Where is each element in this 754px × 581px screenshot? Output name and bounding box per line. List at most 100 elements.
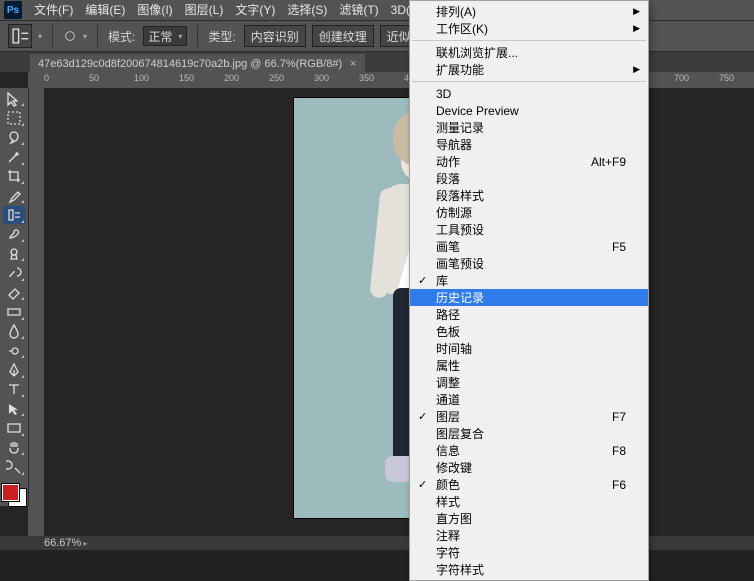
menu-entry[interactable]: 直方图 <box>410 510 648 527</box>
menu-item[interactable]: 文字(Y) <box>229 0 281 20</box>
menu-entry-label: 样式 <box>436 493 460 510</box>
check-icon: ✓ <box>418 274 427 287</box>
menu-entry[interactable]: ✓颜色F6 <box>410 476 648 493</box>
menu-item[interactable]: 图层(L) <box>179 0 230 20</box>
menu-entry[interactable]: Device Preview <box>410 102 648 119</box>
menu-entry-label: 图层复合 <box>436 425 484 442</box>
menu-entry[interactable]: 字符 <box>410 544 648 561</box>
hand-tool[interactable] <box>3 439 25 456</box>
menu-entry[interactable]: 注释 <box>410 527 648 544</box>
ruler-tick: 0 <box>44 73 49 83</box>
marquee-tool[interactable] <box>3 109 25 126</box>
close-icon[interactable]: × <box>350 58 356 70</box>
menu-entry[interactable]: 测量记录 <box>410 119 648 136</box>
menu-shortcut: F6 <box>612 478 626 492</box>
menu-entry[interactable]: 导航器 <box>410 136 648 153</box>
menu-entry-label: 图层 <box>436 408 460 425</box>
menu-entry[interactable]: 排列(A)▶ <box>410 3 648 20</box>
history-brush-tool[interactable] <box>3 264 25 281</box>
gradient-tool[interactable] <box>3 303 25 320</box>
menu-item[interactable]: 滤镜(T) <box>333 0 384 20</box>
eyedropper-tool[interactable] <box>3 187 25 204</box>
menu-entry-label: 颜色 <box>436 476 460 493</box>
document-tab-title: 47e63d129c0d8f200674814619c70a2b.jpg @ 6… <box>38 58 342 70</box>
menu-item[interactable]: 编辑(E) <box>79 0 131 20</box>
menu-entry-label: 排列(A) <box>436 3 476 20</box>
menu-shortcut: F8 <box>612 444 626 458</box>
sample-icon[interactable] <box>63 29 77 43</box>
menu-entry-label: Device Preview <box>436 104 519 118</box>
menu-entry[interactable]: 工作区(K)▶ <box>410 20 648 37</box>
type-tool[interactable] <box>3 381 25 398</box>
menu-entry-label: 色板 <box>436 323 460 340</box>
lasso-tool[interactable] <box>3 129 25 146</box>
current-tool-indicator[interactable] <box>8 24 32 48</box>
healing-brush-tool[interactable] <box>3 206 25 223</box>
document-tab[interactable]: 47e63d129c0d8f200674814619c70a2b.jpg @ 6… <box>30 54 365 74</box>
menu-entry[interactable]: 历史记录 <box>410 289 648 306</box>
ruler-tick: 750 <box>719 73 734 83</box>
status-menu-arrow[interactable]: ▸ <box>83 539 87 548</box>
magic-wand-tool[interactable] <box>3 148 25 165</box>
menu-entry[interactable]: 仿制源 <box>410 204 648 221</box>
menu-entry[interactable]: 画笔F5 <box>410 238 648 255</box>
menu-entry-label: 通道 <box>436 391 460 408</box>
crop-tool[interactable] <box>3 168 25 185</box>
menu-entry-label: 联机浏览扩展... <box>436 44 518 61</box>
menu-entry[interactable]: 色板 <box>410 323 648 340</box>
shape-tool[interactable] <box>3 419 25 436</box>
dodge-tool[interactable] <box>3 342 25 359</box>
menu-entry[interactable]: 信息F8 <box>410 442 648 459</box>
sample-arrow[interactable]: ▾ <box>83 32 87 41</box>
menu-entry[interactable]: 属性 <box>410 357 648 374</box>
menu-entry[interactable]: 工具预设 <box>410 221 648 238</box>
ruler-tick: 350 <box>359 73 374 83</box>
content-aware-button[interactable]: 内容识别 <box>244 25 306 47</box>
ruler-tick: 150 <box>179 73 194 83</box>
eraser-tool[interactable] <box>3 284 25 301</box>
menu-entry[interactable]: 字符样式 <box>410 561 648 578</box>
blur-tool[interactable] <box>3 323 25 340</box>
menu-item[interactable]: 图像(I) <box>131 0 178 20</box>
brush-tool[interactable] <box>3 226 25 243</box>
foreground-color-swatch[interactable] <box>2 484 19 501</box>
app-logo: Ps <box>4 1 22 19</box>
menu-shortcut: Alt+F9 <box>591 155 626 169</box>
menu-entry-label: 动作 <box>436 153 460 170</box>
zoom-tool[interactable] <box>3 458 25 475</box>
menu-entry[interactable]: 路径 <box>410 306 648 323</box>
menu-entry[interactable]: 扩展功能▶ <box>410 61 648 78</box>
menu-item[interactable]: 文件(F) <box>28 0 79 20</box>
menu-entry-label: 3D <box>436 87 451 101</box>
menu-entry[interactable]: 图层复合 <box>410 425 648 442</box>
stamp-tool[interactable] <box>3 245 25 262</box>
menu-entry[interactable]: 通道 <box>410 391 648 408</box>
menu-item[interactable]: 选择(S) <box>281 0 333 20</box>
menu-entry[interactable]: 画笔预设 <box>410 255 648 272</box>
zoom-level[interactable]: 66.67% <box>44 537 81 549</box>
menu-entry[interactable]: 样式 <box>410 493 648 510</box>
menu-entry-label: 扩展功能 <box>436 61 484 78</box>
menu-entry[interactable]: ✓ 图层 F7 <box>410 408 648 425</box>
color-swatches[interactable] <box>2 484 26 507</box>
menu-shortcut: F7 <box>612 410 626 424</box>
mode-dropdown[interactable]: 正常▾ <box>143 26 187 46</box>
create-texture-button[interactable]: 创建纹理 <box>312 25 374 47</box>
menu-entry[interactable]: 修改键 <box>410 459 648 476</box>
menu-entry-label: 画笔预设 <box>436 255 484 272</box>
tool-preset-arrow[interactable]: ▾ <box>38 32 42 41</box>
menu-entry[interactable]: 3D <box>410 85 648 102</box>
menu-entry[interactable]: ✓库 <box>410 272 648 289</box>
menu-entry[interactable]: 时间轴 <box>410 340 648 357</box>
menu-entry[interactable]: 联机浏览扩展... <box>410 44 648 61</box>
pen-tool[interactable] <box>3 361 25 378</box>
menu-entry-label: 导航器 <box>436 136 472 153</box>
check-icon: ✓ <box>418 410 427 423</box>
path-selection-tool[interactable] <box>3 400 25 417</box>
menu-entry-label: 画笔 <box>436 238 460 255</box>
move-tool[interactable] <box>3 90 25 107</box>
menu-entry[interactable]: 段落 <box>410 170 648 187</box>
menu-entry[interactable]: 调整 <box>410 374 648 391</box>
menu-entry[interactable]: 动作 Alt+F9 <box>410 153 648 170</box>
menu-entry[interactable]: 段落样式 <box>410 187 648 204</box>
